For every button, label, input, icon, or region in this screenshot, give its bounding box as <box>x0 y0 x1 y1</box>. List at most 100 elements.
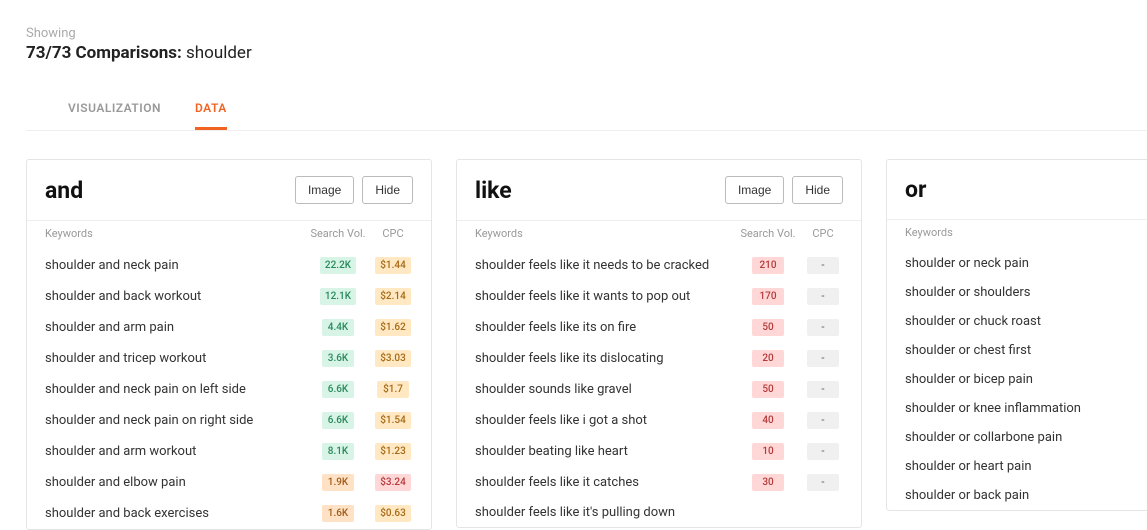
vol-pill: 6.6K <box>322 381 354 398</box>
table-row[interactable]: shoulder feels like it catches 30 - <box>457 467 861 498</box>
card-like: like Image Hide Keywords Search Vol. CPC… <box>456 159 862 528</box>
table-row[interactable]: shoulder or shoulders <box>887 278 1147 307</box>
table-row[interactable]: shoulder or chest first <box>887 336 1147 365</box>
vol-cell: 12.1K <box>303 288 373 305</box>
cpc-cell: - <box>803 288 843 305</box>
keyword-cell: shoulder feels like it catches <box>475 475 733 490</box>
hide-button-like[interactable]: Hide <box>792 176 843 204</box>
rows-and: shoulder and neck pain22.2K$1.44shoulder… <box>27 250 431 529</box>
cpc-pill: - <box>807 412 839 429</box>
card-title-like: like <box>475 177 512 204</box>
vol-cell: 30 <box>733 474 803 491</box>
cpc-pill: $0.63 <box>375 505 411 522</box>
image-button-like[interactable]: Image <box>725 176 784 204</box>
table-row[interactable]: shoulder feels like it's pulling down <box>457 498 861 527</box>
keyword-cell: shoulder and arm pain <box>45 320 303 335</box>
keyword-cell: shoulder and back workout <box>45 289 303 304</box>
rows-or: shoulder or neck painshoulder or shoulde… <box>887 249 1147 510</box>
vol-pill: 30 <box>752 474 784 491</box>
cpc-cell: $1.44 <box>373 257 413 274</box>
cpc-cell: - <box>803 381 843 398</box>
keyword-cell: shoulder and arm workout <box>45 444 303 459</box>
table-row[interactable]: shoulder feels like it wants to pop out1… <box>457 281 861 312</box>
keyword-cell: shoulder feels like it's pulling down <box>475 505 733 520</box>
col-vol: Search Vol. <box>733 227 803 240</box>
cpc-cell: - <box>803 350 843 367</box>
cpc-pill: $1.44 <box>375 257 411 274</box>
cpc-pill: - <box>807 381 839 398</box>
vol-pill: 8.1K <box>322 443 354 460</box>
cpc-pill: - <box>807 443 839 460</box>
vol-pill: 50 <box>752 319 784 336</box>
table-row[interactable]: shoulder feels like it needs to be crack… <box>457 250 861 281</box>
table-row[interactable]: shoulder and neck pain22.2K$1.44 <box>27 250 431 281</box>
cpc-pill: - <box>807 350 839 367</box>
cards-row: and Image Hide Keywords Search Vol. CPC … <box>0 131 1147 530</box>
table-row[interactable]: shoulder sounds like gravel50- <box>457 374 861 405</box>
table-row[interactable]: shoulder or knee inflammation <box>887 394 1147 423</box>
cpc-pill: $3.03 <box>375 350 411 367</box>
cpc-pill: $1.62 <box>375 319 411 336</box>
table-head-and: Keywords Search Vol. CPC <box>27 220 431 250</box>
table-row[interactable]: shoulder or neck pain <box>887 249 1147 278</box>
keyword-cell: shoulder feels like i got a shot <box>475 413 733 428</box>
cpc-cell: $1.62 <box>373 319 413 336</box>
cpc-pill: $3.24 <box>375 474 411 491</box>
table-row[interactable]: shoulder and neck pain on left side6.6K$… <box>27 374 431 405</box>
col-keywords: Keywords <box>45 227 303 240</box>
keyword-cell: shoulder and neck pain on left side <box>45 382 303 397</box>
tab-data[interactable]: DATA <box>195 101 227 130</box>
table-row[interactable]: shoulder and neck pain on right side6.6K… <box>27 405 431 436</box>
table-row[interactable]: shoulder beating like heart10- <box>457 436 861 467</box>
vol-cell: 6.6K <box>303 381 373 398</box>
table-row[interactable]: shoulder and arm workout8.1K$1.23 <box>27 436 431 467</box>
vol-cell: 210 <box>733 257 803 274</box>
page-title: 73/73 Comparisons: shoulder <box>26 43 1147 63</box>
vol-cell: 40 <box>733 412 803 429</box>
table-row[interactable]: shoulder and elbow pain 1.9K $3.24 <box>27 467 431 498</box>
table-row[interactable]: shoulder or collarbone pain <box>887 423 1147 452</box>
table-row[interactable]: shoulder or chuck roast <box>887 307 1147 336</box>
col-cpc: CPC <box>373 227 413 240</box>
table-head-or: Keywords <box>887 219 1147 249</box>
cpc-cell: - <box>803 474 843 491</box>
vol-pill: 4.4K <box>322 319 354 336</box>
tab-visualization[interactable]: VISUALIZATION <box>68 101 161 130</box>
keyword-cell: shoulder and tricep workout <box>45 351 303 366</box>
table-row[interactable]: shoulder feels like its dislocating20- <box>457 343 861 374</box>
table-row[interactable]: shoulder or back pain <box>887 481 1147 510</box>
table-row[interactable]: shoulder and tricep workout3.6K$3.03 <box>27 343 431 374</box>
col-keywords: Keywords <box>475 227 733 240</box>
table-row[interactable]: shoulder feels like its on fire50- <box>457 312 861 343</box>
vol-pill: 40 <box>752 412 784 429</box>
vol-cell: 4.4K <box>303 319 373 336</box>
cpc-pill: $1.54 <box>375 412 411 429</box>
cpc-cell: - <box>803 319 843 336</box>
cpc-cell: - <box>803 257 843 274</box>
hide-button-and[interactable]: Hide <box>362 176 413 204</box>
col-vol: Search Vol. <box>303 227 373 240</box>
table-row[interactable]: shoulder and back workout12.1K$2.14 <box>27 281 431 312</box>
cpc-pill: $2.14 <box>375 288 411 305</box>
keyword-cell: shoulder and neck pain on right side <box>45 413 303 428</box>
vol-cell: 50 <box>733 381 803 398</box>
vol-pill: 170 <box>752 288 784 305</box>
vol-pill: 210 <box>752 257 784 274</box>
card-title-or: or <box>905 176 926 203</box>
table-row[interactable]: shoulder or heart pain <box>887 452 1147 481</box>
keyword-cell: shoulder and elbow pain <box>45 475 303 490</box>
card-or: or Keywords shoulder or neck painshoulde… <box>886 159 1147 511</box>
vol-pill: 1.9K <box>322 474 354 491</box>
table-row[interactable]: shoulder feels like i got a shot 40 - <box>457 405 861 436</box>
keyword-cell: shoulder feels like its dislocating <box>475 351 733 366</box>
card-and: and Image Hide Keywords Search Vol. CPC … <box>26 159 432 530</box>
keyword-cell: shoulder sounds like gravel <box>475 382 733 397</box>
table-row[interactable]: shoulder or bicep pain <box>887 365 1147 394</box>
table-row[interactable]: shoulder and back exercises1.6K$0.63 <box>27 498 431 529</box>
vol-pill: 10 <box>752 443 784 460</box>
table-row[interactable]: shoulder and arm pain 4.4K $1.62 <box>27 312 431 343</box>
cpc-cell: $3.24 <box>373 474 413 491</box>
cpc-cell: $3.03 <box>373 350 413 367</box>
cpc-cell: $1.54 <box>373 412 413 429</box>
image-button-and[interactable]: Image <box>295 176 354 204</box>
